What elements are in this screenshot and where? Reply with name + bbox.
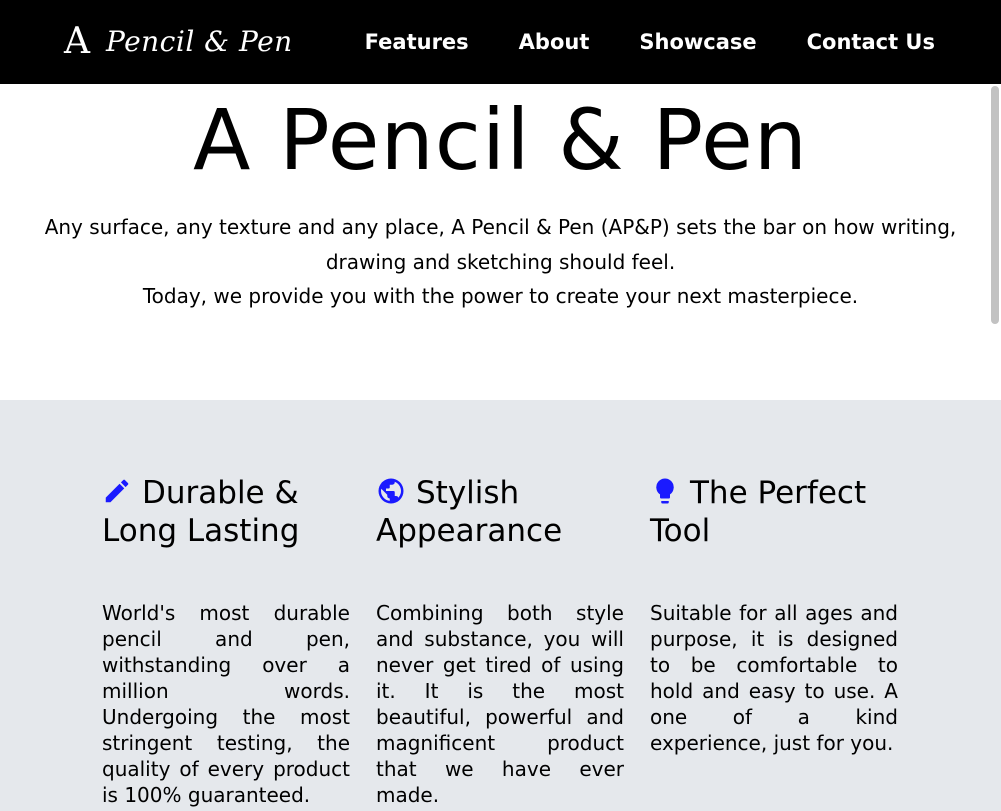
feature-body: Combining both style and substance, you … (376, 601, 624, 807)
top-navbar: A Pencil & Pen Features About Showcase C… (0, 0, 1001, 84)
lightbulb-icon (650, 476, 680, 506)
nav-link-features[interactable]: Features (365, 28, 469, 56)
feature-durable: Durable & Long Lasting World's most dura… (102, 474, 350, 807)
nav-link-contact-us[interactable]: Contact Us (807, 28, 935, 56)
nav-link-about[interactable]: About (519, 28, 590, 56)
hero-title: A Pencil & Pen (192, 91, 809, 189)
hero-section: A Pencil & Pen Any surface, any texture … (0, 84, 1001, 400)
brand-logo[interactable]: A Pencil & Pen (64, 20, 293, 64)
nav-link-showcase[interactable]: Showcase (639, 28, 756, 56)
feature-body: World's most durable pencil and pen, wit… (102, 601, 350, 807)
pencil-icon (102, 476, 132, 506)
feature-body: Suitable for all ages and purpose, it is… (650, 601, 898, 755)
feature-title: Durable & Long Lasting (102, 474, 350, 550)
main-nav: Features About Showcase Contact Us (365, 28, 935, 56)
feature-perfect-tool: The Perfect Tool Suitable for all ages a… (650, 474, 898, 755)
brand-name: Pencil & Pen (106, 25, 293, 58)
hero-description-line-1: Any surface, any texture and any place, … (44, 215, 957, 274)
globe-icon (376, 476, 406, 506)
feature-title: The Perfect Tool (650, 474, 898, 550)
features-section: Durable & Long Lasting World's most dura… (0, 400, 1001, 811)
scrollbar-thumb[interactable] (991, 86, 999, 324)
feature-stylish: Stylish Appearance Combining both style … (376, 474, 624, 807)
brand-mark: A (64, 21, 90, 62)
feature-title: Stylish Appearance (376, 474, 624, 550)
hero-description-line-2: Today, we provide you with the power to … (142, 284, 859, 308)
hero-description: Any surface, any texture and any place, … (40, 210, 961, 314)
page-scrollbar[interactable] (989, 84, 1001, 811)
feature-title-text: The Perfect Tool (650, 475, 867, 549)
